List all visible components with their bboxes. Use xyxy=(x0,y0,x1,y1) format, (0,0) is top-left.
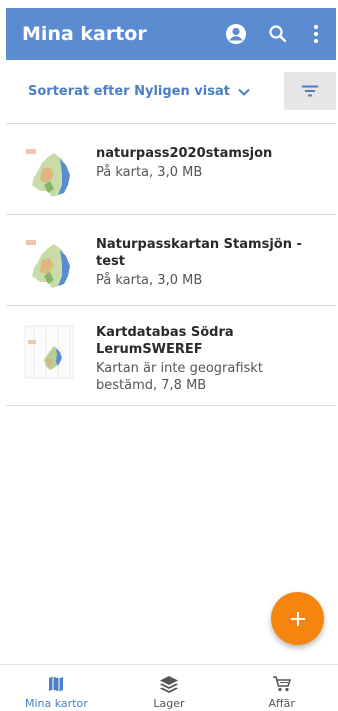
map-thumbnail-icon xyxy=(24,325,74,379)
map-subtitle: Kartan är inte geografiskt bestämd, 7,8 … xyxy=(96,361,263,393)
nav-label: Lager xyxy=(153,697,185,710)
sort-dropdown[interactable]: Sorterat efter Nyligen visat xyxy=(28,84,250,99)
account-icon xyxy=(226,24,246,44)
search-button[interactable] xyxy=(260,16,296,52)
filter-icon xyxy=(302,85,318,97)
list-item[interactable]: Naturpasskartan Stamsjön - test På karta… xyxy=(6,215,336,306)
account-button[interactable] xyxy=(218,16,254,52)
list-item[interactable]: Kartdatabas Södra LerumSWEREF Kartan är … xyxy=(6,306,336,406)
map-thumbnail-icon xyxy=(26,240,70,288)
layers-icon xyxy=(159,674,179,694)
nav-item-mina-kartor[interactable]: Mina kartor xyxy=(0,665,113,711)
page-title: Mina kartor xyxy=(22,23,147,45)
more-vert-icon xyxy=(313,24,319,44)
filter-button[interactable] xyxy=(284,72,336,110)
nav-item-affar[interactable]: Affär xyxy=(225,665,338,711)
more-options-button[interactable] xyxy=(298,16,334,52)
sort-label: Sorterat efter Nyligen visat xyxy=(28,84,230,99)
map-thumbnail-icon xyxy=(26,149,70,197)
app-bar: Mina kartor xyxy=(6,8,336,60)
map-title: naturpass2020stamsjon xyxy=(96,146,273,161)
sort-bar: Sorterat efter Nyligen visat xyxy=(6,60,336,124)
map-subtitle: På karta, 3,0 MB xyxy=(96,165,203,180)
nav-label: Affär xyxy=(268,697,295,710)
list-item[interactable]: naturpass2020stamsjon På karta, 3,0 MB xyxy=(6,124,336,215)
search-icon xyxy=(269,25,287,43)
map-title: Naturpasskartan Stamsjön - test xyxy=(96,237,302,269)
map-subtitle: På karta, 3,0 MB xyxy=(96,273,203,288)
map-list: naturpass2020stamsjon På karta, 3,0 MB N… xyxy=(6,124,336,406)
bottom-navigation: Mina kartor Lager Affär xyxy=(0,664,338,711)
chevron-down-icon xyxy=(238,88,250,96)
nav-item-lager[interactable]: Lager xyxy=(113,665,226,711)
cart-icon xyxy=(272,674,292,694)
map-title: Kartdatabas Södra LerumSWEREF xyxy=(96,325,234,357)
add-map-button[interactable] xyxy=(271,592,324,645)
map-icon xyxy=(47,674,65,694)
nav-label: Mina kartor xyxy=(24,697,88,710)
plus-icon xyxy=(290,611,305,626)
